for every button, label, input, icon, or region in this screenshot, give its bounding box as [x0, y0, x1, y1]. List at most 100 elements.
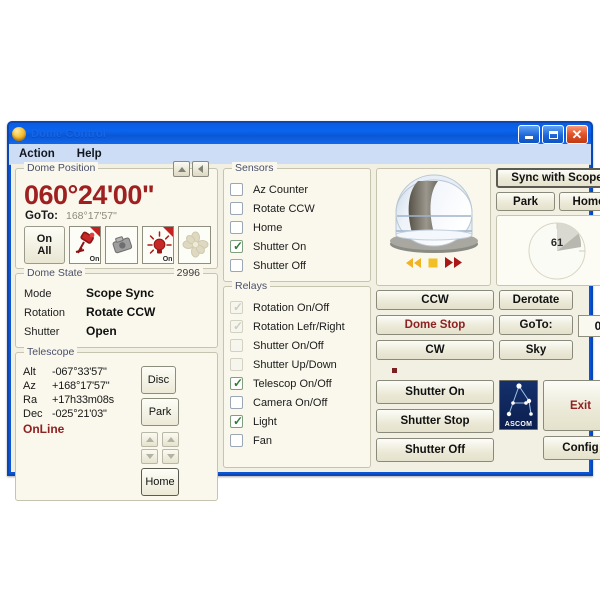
checkbox-light[interactable]: ✓	[230, 415, 243, 428]
arrow-up-button[interactable]	[173, 161, 190, 177]
telescope-state-label: On	[89, 256, 100, 263]
fan-icon	[182, 231, 209, 258]
ascom-logo[interactable]: ASCOM	[499, 380, 538, 430]
dome-azimuth-readout: 060°24'00"	[24, 180, 155, 210]
check-icon: ✓	[233, 319, 244, 333]
menu-action[interactable]: Action	[19, 148, 55, 160]
az-up-button[interactable]	[162, 432, 179, 447]
checkbox-shutter-updown[interactable]	[230, 358, 243, 371]
alt-value: -067°33'57"	[52, 366, 107, 378]
dome-view-and-scope-panel: Sync with Scope Park Home 61	[376, 168, 600, 286]
relay-row[interactable]: ✓ Rotation On/Off	[230, 298, 364, 317]
derotate-button[interactable]: Derotate	[499, 290, 573, 310]
dome-state-row: Mode Scope Sync	[24, 286, 209, 300]
dome-stop-button[interactable]: Dome Stop	[376, 315, 494, 335]
sensor-label: Shutter Off	[253, 259, 306, 272]
shutter-on-button[interactable]: Shutter On	[376, 380, 494, 404]
relay-label: Shutter On/Off	[253, 339, 324, 352]
dome-state-row: Rotation Rotate CCW	[24, 305, 209, 319]
telescope-home-button[interactable]: Home	[141, 468, 179, 496]
dome-state-row: Shutter Open	[24, 324, 209, 338]
az-down-button[interactable]	[162, 449, 179, 464]
close-button[interactable]: ✕	[566, 125, 588, 144]
sensors-legend: Sensors	[232, 162, 277, 174]
shutter-off-button[interactable]: Shutter Off	[376, 438, 494, 462]
telescope-legend: Telescope	[24, 346, 78, 358]
checkbox-telescop-onoff[interactable]: ✓	[230, 377, 243, 390]
relay-row[interactable]: ✓ Rotation Lefr/Right	[230, 317, 364, 336]
maximize-button[interactable]	[542, 125, 564, 144]
disc-button[interactable]: Disc	[141, 366, 176, 394]
fast-forward-icon[interactable]	[444, 256, 463, 269]
sensor-row[interactable]: Rotate CCW	[230, 199, 364, 218]
observatory-dome-icon	[389, 174, 478, 253]
menu-help[interactable]: Help	[77, 148, 102, 160]
checkbox-shutter-on[interactable]: ✓	[230, 240, 243, 253]
stop-icon[interactable]	[427, 257, 439, 269]
checkbox-shutter-onoff[interactable]	[230, 339, 243, 352]
checkbox-rotate-ccw[interactable]	[230, 202, 243, 215]
sync-with-scope-button[interactable]: Sync with Scope	[496, 168, 600, 188]
ccw-button[interactable]: CCW	[376, 290, 494, 310]
checkbox-home[interactable]	[230, 221, 243, 234]
camera-icon	[112, 236, 133, 254]
goto-button[interactable]: GoTo:	[499, 315, 573, 335]
checkbox-shutter-off[interactable]	[230, 259, 243, 272]
minimize-button[interactable]	[518, 125, 540, 144]
mode-label: Mode	[24, 288, 52, 300]
dome-goto-row: GoTo: 168°17'57"	[25, 210, 211, 222]
sensor-row[interactable]: ✓ Shutter On	[230, 237, 364, 256]
park-home-row: Park Home	[496, 192, 600, 211]
telescope-buttons: Disc Park Home	[141, 365, 210, 496]
telescope-park-button[interactable]: Park	[141, 398, 179, 426]
device-button-row: On All On On	[24, 226, 211, 264]
sensor-row[interactable]: Az Counter	[230, 180, 364, 199]
mode-value: Scope Sync	[86, 286, 155, 300]
relay-row[interactable]: Camera On/Off	[230, 393, 364, 412]
checkbox-fan[interactable]	[230, 434, 243, 447]
dome-park-button[interactable]: Park	[496, 192, 555, 211]
shutter-stop-button[interactable]: Shutter Stop	[376, 409, 494, 433]
exit-button[interactable]: Exit	[543, 380, 600, 431]
sensor-row[interactable]: Home	[230, 218, 364, 237]
sensor-row[interactable]: Shutter Off	[230, 256, 364, 275]
middle-column: Sensors Az Counter Rotate CCW Home ✓ Shut…	[223, 162, 371, 468]
relays-legend: Relays	[232, 280, 271, 292]
shutter-value: Open	[86, 324, 117, 338]
on-all-button[interactable]: On All	[24, 226, 65, 264]
checkbox-camera-onoff[interactable]	[230, 396, 243, 409]
dome-home-button[interactable]: Home	[559, 192, 600, 211]
camera-power-button[interactable]	[105, 226, 138, 264]
dome-view-group	[376, 168, 491, 286]
ra-label: Ra	[23, 394, 38, 406]
config-button[interactable]: Config	[543, 436, 600, 460]
telescope-icon	[75, 231, 95, 254]
checkbox-az-counter[interactable]	[230, 183, 243, 196]
checkbox-rotation-leftright[interactable]: ✓	[230, 320, 243, 333]
status-dot-icon	[392, 367, 397, 373]
arrow-left-button[interactable]	[192, 161, 209, 177]
relay-row[interactable]: ✓ Light	[230, 412, 364, 431]
goto-value-input[interactable]: 0	[578, 315, 600, 337]
application-window: Dome Control ✕ Action Help Dome Position…	[7, 121, 600, 501]
azimuth-dial[interactable]: 61	[496, 215, 600, 286]
check-icon: ✓	[233, 414, 244, 428]
telescope-power-button[interactable]: On	[68, 226, 102, 264]
relay-row[interactable]: Shutter On/Off	[230, 336, 364, 355]
light-power-button[interactable]: On	[141, 226, 175, 264]
alt-label: Alt	[23, 366, 36, 378]
sky-button[interactable]: Sky	[499, 340, 573, 360]
rewind-icon[interactable]	[405, 257, 422, 269]
alt-up-button[interactable]	[141, 432, 158, 447]
telescope-row: Ra +17h33m08s	[23, 393, 141, 407]
title-bar[interactable]: Dome Control ✕	[9, 123, 591, 144]
alt-down-button[interactable]	[141, 449, 158, 464]
fan-power-button[interactable]	[178, 226, 211, 264]
relay-row[interactable]: ✓ Telescop On/Off	[230, 374, 364, 393]
checkbox-rotation-onoff[interactable]: ✓	[230, 301, 243, 314]
relay-row[interactable]: Shutter Up/Down	[230, 355, 364, 374]
shutter-label: Shutter	[24, 326, 60, 338]
chevron-down-icon	[145, 454, 154, 459]
cw-button[interactable]: CW	[376, 340, 494, 360]
relay-row[interactable]: Fan	[230, 431, 364, 450]
